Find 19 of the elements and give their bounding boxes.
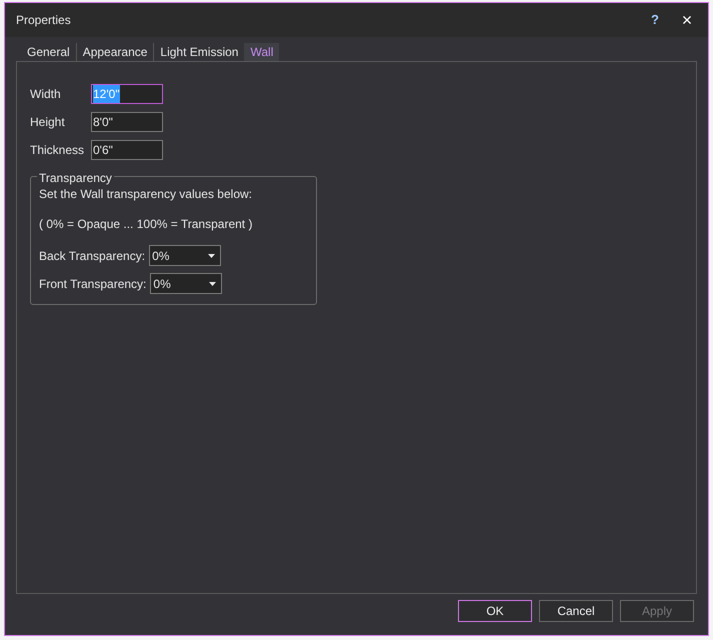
dropdown[interactable]: 0% <box>150 273 222 294</box>
legend-text: ( 0% = Opaque ... 100% = Transparent ) <box>39 216 254 233</box>
tab[interactable]: Wall <box>244 43 280 61</box>
dropdown-label: Front Transparency: <box>39 276 148 292</box>
dialog-button[interactable]: Cancel <box>539 600 613 622</box>
dropdown-label: Back Transparency: <box>39 248 146 264</box>
input-field[interactable]: 0'6" <box>91 140 163 160</box>
field-label: Height <box>30 114 66 131</box>
window-title: Properties <box>16 12 72 29</box>
field-label: Thickness <box>30 142 86 159</box>
tab[interactable]: General <box>21 43 76 61</box>
dropdown[interactable]: 0% <box>149 245 222 266</box>
input-field[interactable]: 8'0" <box>91 112 163 132</box>
dialog-button[interactable]: OK <box>458 600 532 622</box>
intro-text: Set the Wall transparency values below: <box>39 186 253 203</box>
close-button[interactable]: × <box>677 11 697 29</box>
field-label: Width <box>30 86 62 103</box>
help-button[interactable]: ? <box>645 10 665 30</box>
tab[interactable]: Appearance <box>76 43 154 61</box>
